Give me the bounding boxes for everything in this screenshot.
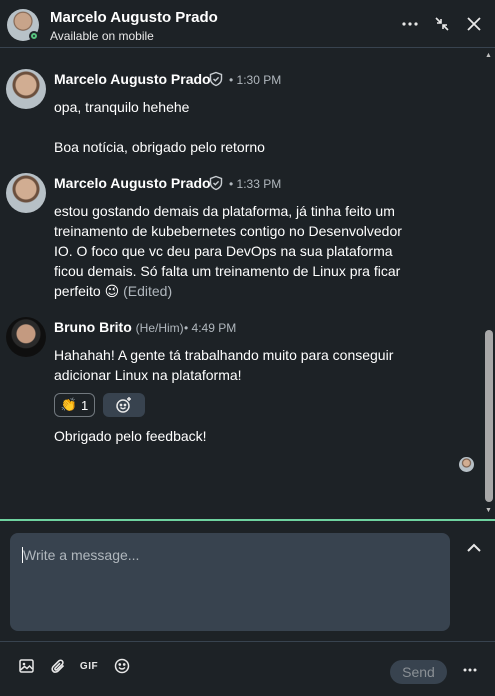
message-input[interactable]: Write a message...	[10, 533, 450, 631]
reaction-count: 1	[80, 397, 89, 413]
add-reaction-button[interactable]	[103, 393, 145, 417]
composer-focus-bar	[0, 519, 495, 521]
more-composer-options-button[interactable]	[460, 662, 480, 678]
send-button[interactable]: Send	[390, 660, 447, 684]
sender-avatar[interactable]	[6, 69, 46, 109]
sender-name[interactable]: Marcelo Augusto Prado	[54, 71, 211, 87]
minimize-button[interactable]	[432, 14, 452, 34]
message-text: Boa notícia, obrigado pelo retorno	[54, 139, 265, 155]
image-icon	[18, 659, 34, 673]
close-icon	[467, 17, 481, 31]
seen-receipt-avatar	[459, 457, 474, 472]
message-body: estou gostando demais da plataforma, já …	[54, 201, 424, 301]
emoji-button[interactable]	[113, 657, 131, 675]
sender-name[interactable]: Marcelo Augusto Prado	[54, 175, 211, 191]
message-timestamp: • 1:33 PM	[229, 177, 282, 191]
attach-file-button[interactable]	[49, 657, 67, 675]
gif-button[interactable]: GIF	[80, 657, 98, 675]
scrollbar-thumb[interactable]	[485, 330, 493, 502]
collapse-icon	[435, 17, 449, 31]
more-horizontal-icon	[402, 22, 418, 26]
close-button[interactable]	[464, 14, 484, 34]
scroll-up-arrow-icon[interactable]: ▲	[485, 52, 492, 59]
paperclip-icon	[50, 658, 64, 673]
message-text: Obrigado pelo feedback!	[54, 428, 207, 444]
expand-composer-button[interactable]	[466, 540, 482, 554]
reaction-clap-button[interactable]: 👏 1	[54, 393, 95, 417]
verified-shield-icon	[209, 175, 223, 191]
edited-label: (Edited)	[123, 283, 173, 299]
message-text: Hahahah! A gente tá trabalhando muito pa…	[54, 347, 394, 383]
sender-avatar[interactable]	[6, 317, 46, 357]
more-horizontal-icon	[463, 668, 477, 672]
attach-image-button[interactable]	[17, 657, 35, 675]
previous-message-cutoff	[0, 49, 483, 51]
contact-name[interactable]: Marcelo Augusto Prado	[50, 9, 218, 26]
message-text: opa, tranquilo hehehe	[54, 99, 190, 115]
sender-avatar[interactable]	[6, 173, 46, 213]
add-reaction-icon	[116, 397, 131, 413]
conversation-header: Marcelo Augusto Prado Available on mobil…	[0, 0, 495, 48]
online-status-icon	[29, 31, 39, 41]
chevron-up-icon	[467, 543, 481, 552]
message-timestamp: • 1:30 PM	[229, 73, 282, 87]
scroll-down-arrow-icon[interactable]: ▼	[485, 507, 492, 514]
clap-emoji-icon: 👏	[60, 397, 77, 412]
emoji-icon	[114, 658, 130, 674]
sender-name-row: Bruno Brito (He/Him)	[54, 319, 184, 335]
sender-name[interactable]: Bruno Brito	[54, 319, 132, 335]
message-timestamp: • 4:49 PM	[184, 321, 237, 335]
message-thread[interactable]: Marcelo Augusto Prado • 1:30 PM opa, tra…	[0, 49, 483, 519]
sender-pronoun: (He/Him)	[135, 321, 184, 335]
more-options-button[interactable]	[400, 14, 420, 34]
verified-shield-icon	[209, 71, 223, 87]
contact-status: Available on mobile	[50, 29, 154, 43]
wink-emoji: 😉	[104, 283, 120, 299]
message-placeholder: Write a message...	[23, 547, 140, 563]
